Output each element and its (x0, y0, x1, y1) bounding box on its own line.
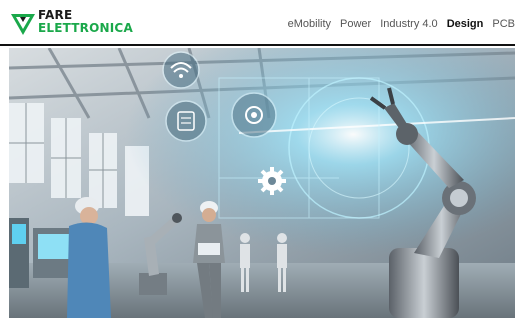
nav-item-industry-4-0[interactable]: Industry 4.0 (380, 15, 437, 33)
logo-v-mark (11, 14, 35, 35)
header-divider (0, 44, 515, 46)
hero-image (9, 48, 515, 318)
nav-item-pcb[interactable]: PCB (492, 15, 515, 33)
control-panels (9, 218, 78, 288)
gear-icon (258, 167, 286, 195)
logo-text: FARE ELETTRONICA (38, 9, 133, 35)
site-header: FARE ELETTRONICA eMobility Power Industr… (0, 0, 515, 46)
main-nav: eMobility Power Industry 4.0 Design PCB (288, 15, 515, 33)
nav-item-power[interactable]: Power (340, 15, 371, 33)
logo-line-2: ELETTRONICA (38, 21, 133, 35)
site-logo[interactable]: FARE ELETTRONICA (10, 8, 133, 38)
industry-4-0-illustration (9, 48, 515, 318)
settings-icon (231, 92, 277, 138)
nav-item-design[interactable]: Design (447, 15, 484, 33)
wifi-icon (162, 51, 200, 89)
checklist-icon (165, 100, 207, 142)
nav-item-emobility[interactable]: eMobility (288, 15, 331, 33)
